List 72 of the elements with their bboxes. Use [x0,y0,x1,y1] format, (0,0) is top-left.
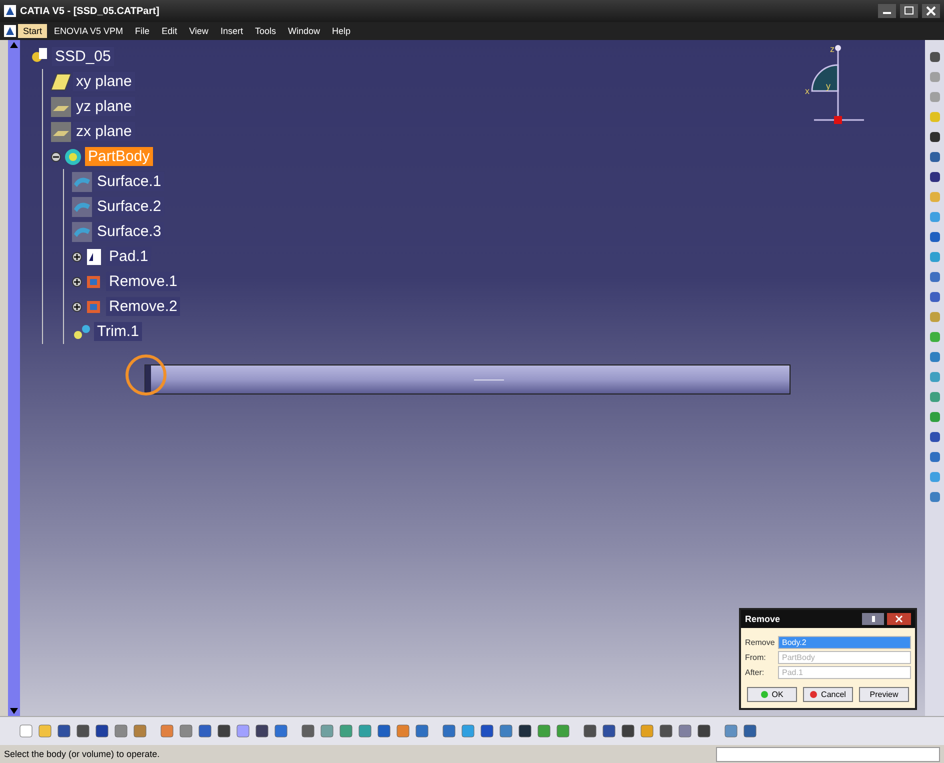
close-icon[interactable] [887,613,911,625]
tool-icon[interactable] [216,723,232,739]
status-dot-icon [810,691,818,698]
app-icon [4,5,16,17]
tool-icon[interactable] [601,723,617,739]
tool-icon[interactable] [300,723,316,739]
tool-icon[interactable] [75,723,91,739]
hidden-plane-icon [51,122,71,142]
tool-icon[interactable] [928,430,942,444]
tree-item[interactable]: SSD_05 [52,47,114,66]
menu-item[interactable]: Edit [156,24,182,38]
up-arrow-icon[interactable] [10,42,18,48]
compass-drawing[interactable]: z x y [802,44,866,126]
expand-icon[interactable] [72,252,82,262]
tool-icon[interactable] [928,170,942,184]
window-title: CATIA V5 - [SSD_05.CATPart] [20,6,160,16]
minimize-icon[interactable] [878,4,896,18]
field-label: From: [745,653,767,662]
menu-item[interactable]: File [130,24,155,38]
tool-icon[interactable] [928,50,942,64]
tool-icon[interactable] [479,723,495,739]
menu-item[interactable]: Start [18,24,48,38]
restore-icon[interactable] [900,4,918,18]
tool-icon[interactable] [658,723,674,739]
hidden-plane-icon [51,96,71,116]
dialog-button[interactable]: Preview [859,687,909,702]
tool-icon[interactable] [928,150,942,164]
tree-item[interactable]: yz plane [73,97,135,116]
tool-icon[interactable] [517,723,533,739]
menu-item[interactable]: Tools [250,24,281,38]
expand-icon[interactable] [72,276,82,286]
menu-item[interactable]: Help [326,24,356,38]
tool-icon[interactable] [376,723,392,739]
tool-icon[interactable] [94,723,110,739]
dialog-button[interactable]: OK [747,687,797,702]
dialog-button[interactable]: Cancel [803,687,853,702]
tool-icon[interactable] [254,723,270,739]
menu-item[interactable]: ENOVIA V5 VPM [49,24,128,38]
collapse-icon[interactable] [51,152,61,162]
status-message: Select the body (or volume) to operate. [4,749,161,759]
close-icon[interactable] [922,4,940,18]
surface-icon [72,172,92,192]
tree-item[interactable]: Surface.1 [94,172,164,191]
tool-icon[interactable] [696,723,712,739]
surface-icon [72,222,92,242]
field-label: Remove [745,638,776,647]
field-label: After: [745,668,766,677]
tool-icon[interactable] [582,723,598,739]
tree-item[interactable]: zx plane [73,122,135,141]
menu-item[interactable]: Insert [215,24,248,38]
surface-icon [72,196,92,216]
app-icon[interactable] [4,25,16,37]
dialog-title: Remove [745,614,782,624]
tree-item[interactable]: Surface.2 [94,197,164,216]
scroll-bar[interactable] [8,40,20,716]
tree-item[interactable]: xy plane [73,72,135,91]
expand-icon[interactable] [72,302,82,312]
down-arrow-icon[interactable] [10,708,18,714]
tree-item[interactable]: Trim.1 [94,322,142,341]
plane-icon [51,72,71,92]
pad-icon [84,246,104,266]
tool-icon[interactable] [56,723,72,739]
tool-icon[interactable] [620,723,636,739]
tree-item[interactable]: Remove.2 [106,297,180,316]
tool-icon[interactable] [197,723,213,739]
status-dot-icon [760,691,768,698]
tool-icon[interactable] [742,723,758,739]
menu-item[interactable]: Window [282,24,325,38]
gear-icon [63,146,83,166]
menu-item[interactable]: View [184,24,214,38]
tool-icon[interactable] [928,130,942,144]
command-field[interactable] [716,746,940,762]
